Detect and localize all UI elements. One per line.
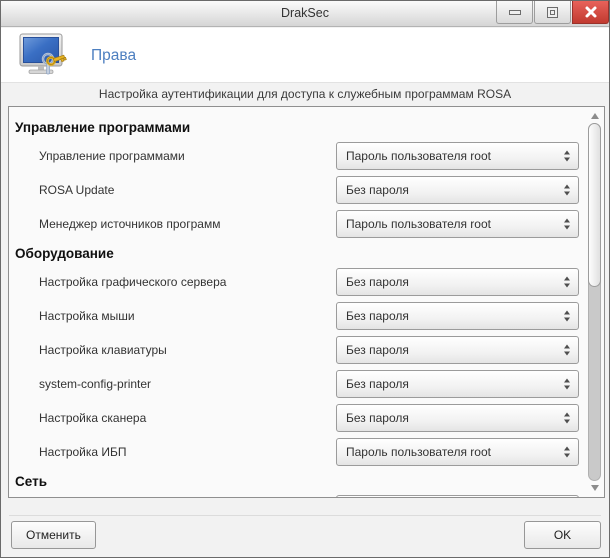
selected-value: Без пароля <box>346 183 409 197</box>
permission-label: Менеджер источников программ <box>39 217 221 231</box>
selected-value: Без пароля <box>346 309 409 323</box>
stepper-icon[interactable] <box>564 378 570 390</box>
permission-row: Настройка ИБП Пароль пользователя root <box>9 435 588 469</box>
stepper-up-icon <box>564 310 570 315</box>
permission-row-partial <box>9 493 588 497</box>
permission-row: Настройка мыши Без пароля <box>9 299 588 333</box>
minimize-button[interactable] <box>496 1 533 24</box>
stepper-down-icon <box>564 419 570 424</box>
maximize-icon <box>547 6 558 18</box>
stepper-icon[interactable] <box>564 310 570 322</box>
permission-row: Менеджер источников программ Пароль польз… <box>9 207 588 241</box>
stepper-up-icon <box>564 218 570 223</box>
permission-select[interactable]: Пароль пользователя root <box>336 142 579 170</box>
permission-row: Настройка графического сервера Без пароля <box>9 265 588 299</box>
stepper-icon[interactable] <box>564 412 570 424</box>
permission-label: Настройка ИБП <box>39 445 127 459</box>
permission-select[interactable]: Пароль пользователя root <box>336 438 579 466</box>
window-controls <box>495 1 609 24</box>
stepper-down-icon <box>564 317 570 322</box>
maximize-button[interactable] <box>534 1 571 24</box>
permission-select[interactable]: Без пароля <box>336 176 579 204</box>
page-title: Права <box>91 46 137 64</box>
permission-row: system-config-printer Без пароля <box>9 367 588 401</box>
section-title: Управление программами <box>15 119 191 135</box>
stepper-up-icon <box>564 412 570 417</box>
selected-value: Без пароля <box>346 343 409 357</box>
stepper-down-icon <box>564 453 570 458</box>
stepper-up-icon <box>564 276 570 281</box>
stepper-icon[interactable] <box>564 184 570 196</box>
permission-label: Настройка мыши <box>39 309 135 323</box>
subtitle: Настройка аутентификации для доступа к с… <box>98 87 512 101</box>
scroll-up-icon[interactable] <box>591 113 599 119</box>
scrollbar-track[interactable] <box>588 123 601 481</box>
stepper-icon[interactable] <box>564 150 570 162</box>
stepper-down-icon <box>564 225 570 230</box>
stepper-up-icon <box>564 378 570 383</box>
permission-row: Настройка сканера Без пароля <box>9 401 588 435</box>
stepper-down-icon <box>564 385 570 390</box>
section-title: Оборудование <box>15 245 114 261</box>
stepper-down-icon <box>564 283 570 288</box>
minimize-icon <box>508 9 521 15</box>
permission-label: ROSA Update <box>39 183 115 197</box>
ok-button[interactable]: OK <box>524 521 601 549</box>
stepper-icon[interactable] <box>564 446 570 458</box>
permission-label: Настройка графического сервера <box>39 275 227 289</box>
draksec-window: DrakSec Права Настройка аутентификации д… <box>0 0 610 558</box>
stepper-up-icon <box>564 184 570 189</box>
permission-select[interactable]: Без пароля <box>336 370 579 398</box>
selected-value: Без пароля <box>346 377 409 391</box>
stepper-icon[interactable] <box>564 344 570 356</box>
stepper-up-icon <box>564 150 570 155</box>
section-title: Сеть <box>15 473 47 489</box>
stepper-down-icon <box>564 191 570 196</box>
scrollbar-thumb[interactable] <box>588 123 601 287</box>
permission-row: ROSA Update Без пароля <box>9 173 588 207</box>
scroll-down-icon[interactable] <box>591 485 599 491</box>
stepper-icon[interactable] <box>564 276 570 288</box>
vertical-scrollbar[interactable] <box>586 107 604 497</box>
selected-value: Пароль пользователя root <box>346 445 491 459</box>
close-icon <box>585 6 596 18</box>
stepper-down-icon <box>564 157 570 162</box>
selected-value: Пароль пользователя root <box>346 217 491 231</box>
permissions-frame: Управление программами Управление програм… <box>8 106 605 498</box>
stepper-up-icon <box>564 344 570 349</box>
header: Права <box>1 28 609 83</box>
permission-select[interactable]: Без пароля <box>336 336 579 364</box>
permission-row: Настройка клавиатуры Без пароля <box>9 333 588 367</box>
stepper-up-icon <box>564 446 570 451</box>
stepper-down-icon <box>564 351 570 356</box>
permission-row: Управление программами Пароль пользовател… <box>9 139 588 173</box>
permission-label: Настройка сканера <box>39 411 147 425</box>
stepper-icon[interactable] <box>564 218 570 230</box>
permission-select-partial[interactable] <box>336 495 579 497</box>
permission-select[interactable]: Пароль пользователя root <box>336 210 579 238</box>
close-button[interactable] <box>572 1 609 24</box>
selected-value: Без пароля <box>346 275 409 289</box>
selected-value: Пароль пользователя root <box>346 149 491 163</box>
footer-separator <box>9 515 601 516</box>
monitor-with-keys-icon <box>19 33 67 75</box>
permission-select[interactable]: Без пароля <box>336 268 579 296</box>
permission-label: system-config-printer <box>39 377 152 391</box>
permission-select[interactable]: Без пароля <box>336 302 579 330</box>
cancel-button[interactable]: Отменить <box>11 521 96 549</box>
permission-select[interactable]: Без пароля <box>336 404 579 432</box>
permissions-list: Управление программами Управление програм… <box>9 107 588 497</box>
titlebar[interactable]: DrakSec <box>1 1 609 27</box>
selected-value: Без пароля <box>346 411 409 425</box>
permission-label: Управление программами <box>39 149 185 163</box>
permission-label: Настройка клавиатуры <box>39 343 167 357</box>
